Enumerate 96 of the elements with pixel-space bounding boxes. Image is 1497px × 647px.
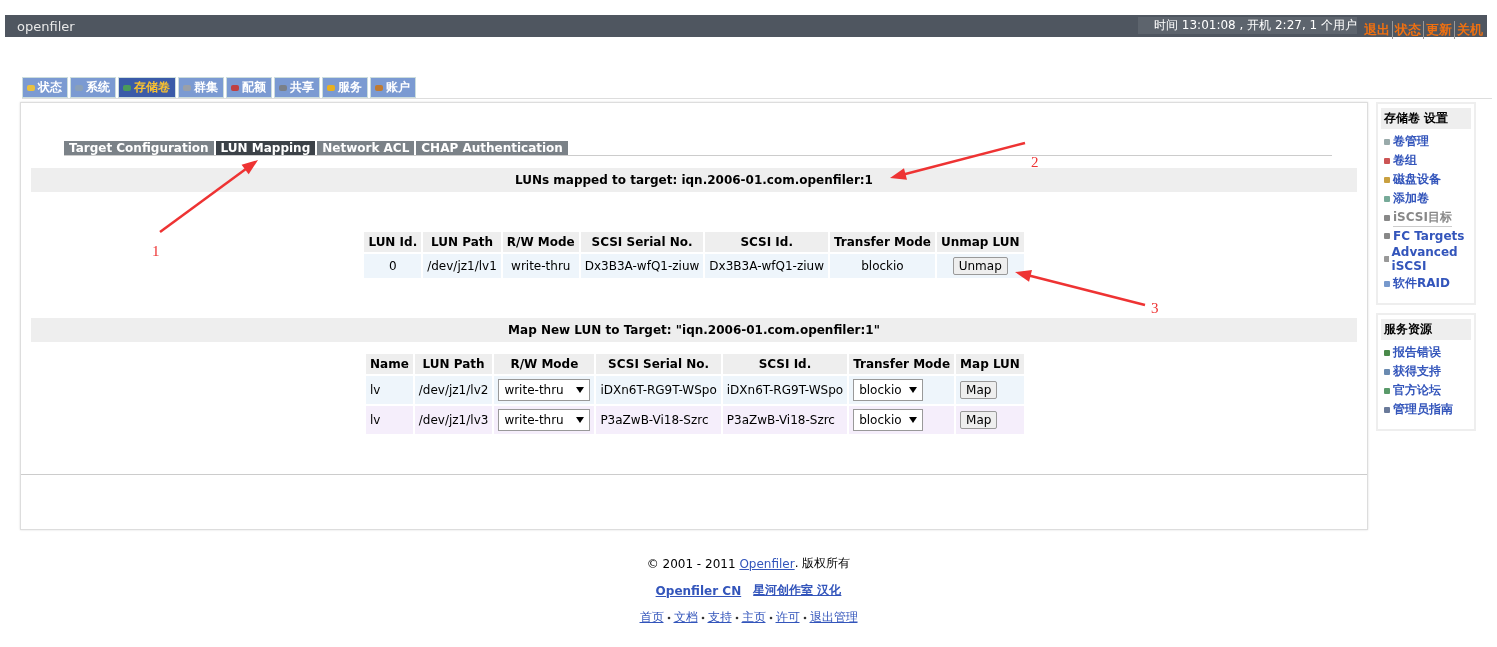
sidebar-link[interactable]: 卷组 [1393, 152, 1417, 169]
caret-icon [909, 417, 918, 423]
bullet-icon [1384, 233, 1390, 239]
footer-link[interactable]: Openfiler [739, 556, 795, 571]
bullet-icon [1384, 215, 1390, 221]
footer-link[interactable]: 文档 [673, 609, 698, 626]
column-header: Transfer Mode [849, 354, 955, 374]
footer-link[interactable]: 支持 [707, 609, 732, 626]
table-cell: P3aZwB-Vi18-Szrc [722, 406, 848, 434]
tab-icon [75, 83, 83, 92]
sub-tab[interactable]: LUN Mapping [215, 141, 316, 155]
bullet-icon [1384, 138, 1390, 145]
sidebar-title: 服务资源 [1381, 319, 1471, 340]
footer-link[interactable]: 主页 [741, 609, 766, 626]
bullet-icon [1384, 157, 1390, 164]
system-status: 时间 13:01:08 , 开机 2:27, 1 个用户 [1138, 17, 1357, 34]
annotation-number: 3 [1151, 300, 1159, 316]
bullet-icon [1384, 176, 1390, 183]
column-header: SCSI Id. [705, 232, 828, 252]
sidebar-link[interactable]: 报告错误 [1393, 344, 1441, 361]
bullet-icon [1384, 195, 1390, 202]
mode-dropdown[interactable]: write-thru [498, 379, 591, 401]
table-cell: iDXn6T-RG9T-WSpo [722, 376, 848, 404]
table-cell: /dev/jz1/lv2 [414, 376, 493, 404]
mode-dropdown[interactable]: write-thru [498, 409, 591, 431]
tab-icon [123, 83, 131, 92]
table-cell: /dev/jz1/lv1 [423, 254, 501, 278]
sidebar-link[interactable]: iSCSI目标 [1393, 209, 1452, 227]
credit-link[interactable]: 星河创作室 汉化 [753, 582, 842, 599]
sidebar-link[interactable]: FC Targets [1393, 229, 1465, 243]
bullet-icon [1384, 387, 1390, 394]
bullet-icon [1384, 280, 1390, 287]
sidebar-title: 存储卷 设置 [1381, 108, 1471, 129]
sidebar-link[interactable]: Advanced iSCSI [1391, 245, 1471, 273]
table-cell: blockio [830, 254, 935, 278]
sidebar-link[interactable]: 磁盘设备 [1393, 171, 1441, 188]
sidebar-link[interactable]: 添加卷 [1393, 190, 1429, 207]
table-cell: lv [366, 406, 413, 434]
caret-icon [576, 417, 585, 423]
table-cell: /dev/jz1/lv3 [414, 406, 493, 434]
column-header: SCSI Id. [722, 354, 848, 374]
table-cell: Dx3B3A-wfQ1-ziuw [705, 254, 828, 278]
column-header: LUN Path [414, 354, 493, 374]
column-header: Transfer Mode [830, 232, 935, 252]
column-header: Name [366, 354, 413, 374]
tab-icon [27, 83, 35, 92]
map-button[interactable]: Map [960, 381, 998, 399]
sub-tab[interactable]: Network ACL [317, 141, 415, 155]
column-header: LUN Path [423, 232, 501, 252]
table-cell: Dx3B3A-wfQ1-ziuw [580, 254, 704, 278]
column-header: LUN Id. [364, 232, 422, 252]
transfer-dropdown[interactable]: blockio [853, 379, 924, 401]
sub-tab[interactable]: Target Configuration [64, 141, 214, 155]
sidebar-link[interactable]: 管理员指南 [1393, 401, 1453, 418]
sidebar-link[interactable]: 官方论坛 [1393, 382, 1441, 399]
column-header: Map LUN [956, 354, 1024, 374]
tab-icon [327, 83, 335, 92]
column-header: R/W Mode [494, 354, 595, 374]
section-title: LUNs mapped to target: iqn.2006-01.com.openfiler:1 [31, 168, 1357, 192]
bullet-icon [1384, 368, 1390, 375]
nav-tab[interactable]: 存储卷 [118, 77, 176, 98]
logo: openfiler [17, 18, 75, 34]
copyright-text: © 2001 - 2011 [646, 556, 736, 571]
caret-icon [576, 387, 585, 393]
table-cell: iDXn6T-RG9T-WSpo [596, 376, 721, 404]
tab-icon [279, 83, 287, 92]
unmap-button[interactable]: Unmap [952, 257, 1008, 275]
copyright-text: . 版权所有 [794, 555, 851, 570]
column-header: SCSI Serial No. [580, 232, 704, 252]
sidebar-link[interactable]: 软件RAID [1393, 275, 1450, 292]
sidebar-link[interactable]: 卷管理 [1393, 133, 1429, 150]
credit-link[interactable]: Openfiler CN [655, 583, 742, 598]
tab-icon [231, 83, 239, 92]
table-cell: lv [366, 376, 413, 404]
tab-icon [375, 83, 383, 92]
sidebar-link[interactable]: 获得支持 [1393, 363, 1441, 380]
column-header: Unmap LUN [936, 232, 1024, 252]
bullet-icon [1384, 406, 1390, 413]
footer-link[interactable]: 退出管理 [809, 609, 858, 626]
footer-link[interactable]: 许可 [775, 609, 800, 626]
tab-icon [183, 83, 191, 92]
bullet-icon [1384, 256, 1389, 262]
caret-icon [909, 387, 918, 393]
table-cell: 0 [364, 254, 422, 278]
bullet-icon [1384, 349, 1390, 356]
footer-link[interactable]: 首页 [639, 609, 664, 626]
map-button[interactable]: Map [960, 411, 998, 429]
transfer-dropdown[interactable]: blockio [853, 409, 924, 431]
column-header: SCSI Serial No. [596, 354, 721, 374]
column-header: R/W Mode [502, 232, 579, 252]
section-title: Map New LUN to Target: "iqn.2006-01.com.openfiler:1" [31, 318, 1357, 342]
annotation-number: 2 [1031, 154, 1039, 170]
sub-tab[interactable]: CHAP Authentication [416, 141, 568, 155]
annotation-number: 1 [152, 243, 160, 259]
table-cell: P3aZwB-Vi18-Szrc [596, 406, 721, 434]
table-cell: write-thru [502, 254, 579, 278]
